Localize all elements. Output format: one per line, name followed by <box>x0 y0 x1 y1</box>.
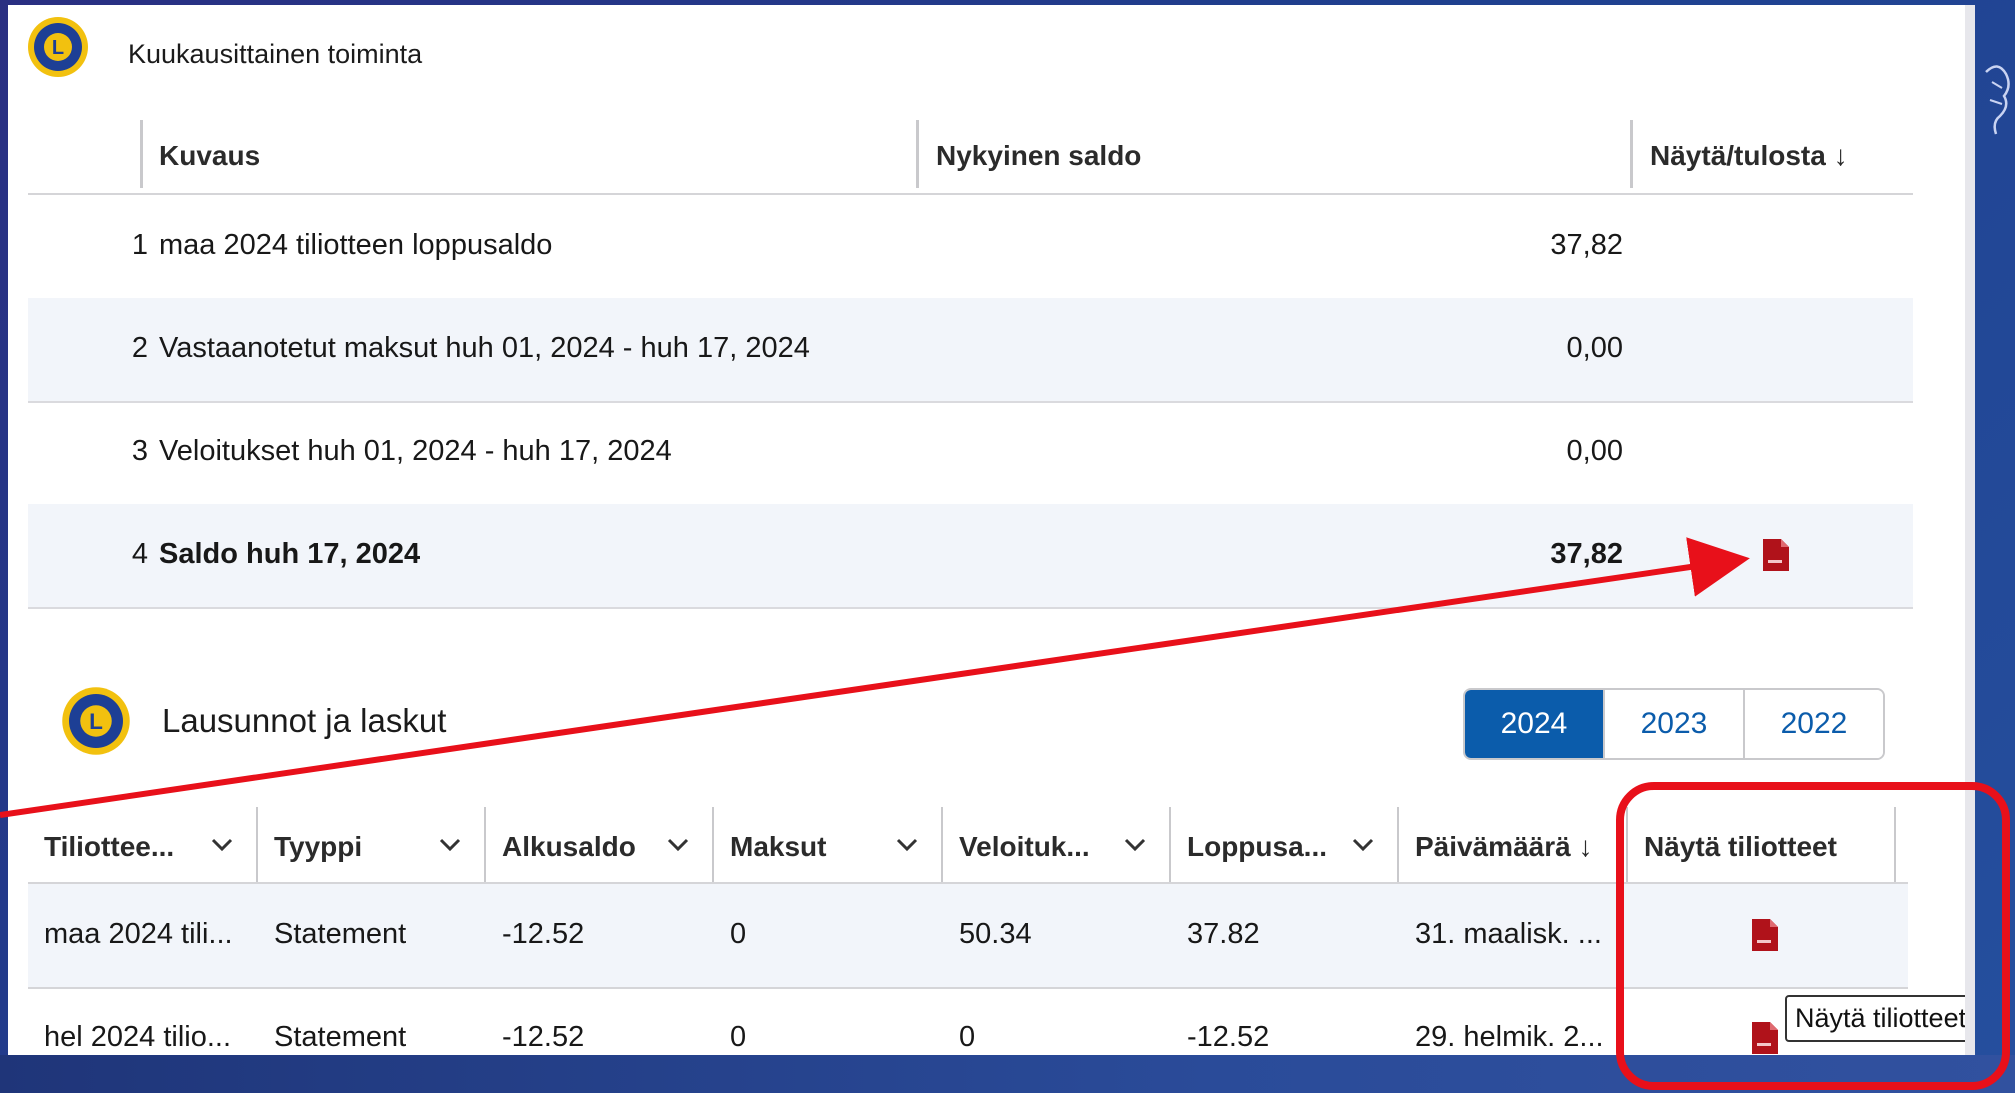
column-header-opening[interactable]: Alkusaldo <box>486 807 714 882</box>
row-balance: 37,82 <box>1550 538 1623 570</box>
cell-opening: -12.52 <box>502 918 585 950</box>
column-header-payments[interactable]: Maksut <box>714 807 943 882</box>
pdf-file-icon[interactable] <box>1750 918 1780 952</box>
row-description: Saldo huh 17, 2024 <box>159 538 421 570</box>
chevron-down-icon[interactable] <box>210 835 234 855</box>
column-header-label: Veloituk... <box>959 831 1090 862</box>
row-description: Veloitukset huh 01, 2024 - huh 17, 2024 <box>159 435 672 467</box>
column-header-label: Tyyppi <box>274 831 363 862</box>
column-divider <box>140 120 143 188</box>
row-number: 4 <box>131 538 148 570</box>
column-header-date[interactable]: Päivämäärä ↓ <box>1399 807 1628 882</box>
table-row: hel 2024 tilio... Statement -12.52 0 0 -… <box>28 987 1908 1055</box>
column-header-label: Maksut <box>730 831 827 862</box>
table-row: 3 Veloitukset huh 01, 2024 - huh 17, 202… <box>28 401 1913 506</box>
cell-closing: 37.82 <box>1187 918 1260 950</box>
row-balance: 0,00 <box>1566 332 1623 364</box>
cell-opening: -12.52 <box>502 1021 585 1053</box>
column-header-closing[interactable]: Loppusa... <box>1171 807 1399 882</box>
lions-logo-icon: L <box>62 687 130 755</box>
scrollbar[interactable] <box>1965 5 1975 1055</box>
lion-silhouette-icon <box>1985 65 2010 135</box>
cell-charges: 50.34 <box>959 918 1032 950</box>
cell-type: Statement <box>274 918 407 950</box>
column-header-label: Näytä tiliotteet <box>1644 831 1837 862</box>
column-header-statement[interactable]: Tiliottee... <box>28 807 258 882</box>
background-strip <box>0 1055 2015 1093</box>
column-header-type[interactable]: Tyyppi <box>258 807 486 882</box>
chevron-down-icon[interactable] <box>666 835 690 855</box>
row-number: 2 <box>131 332 148 364</box>
column-header-label: Alkusaldo <box>502 831 636 862</box>
column-header-label: Loppusa... <box>1187 831 1327 862</box>
cell-charges: 0 <box>959 1021 976 1053</box>
cell-statement[interactable]: hel 2024 tilio... <box>44 1021 231 1054</box>
year-button-2023[interactable]: 2023 <box>1605 690 1745 758</box>
pdf-file-icon[interactable] <box>1761 538 1791 572</box>
chevron-down-icon[interactable] <box>438 835 462 855</box>
cell-date: 31. maalisk. ... <box>1415 918 1602 950</box>
row-balance: 37,82 <box>1550 229 1623 261</box>
table-row: 1 maa 2024 tiliotteen loppusaldo 37,82 <box>28 195 1913 300</box>
cell-statement[interactable]: maa 2024 tili... <box>44 918 233 951</box>
section-title-monthly: Kuukausittainen toiminta <box>128 39 423 69</box>
cell-closing: -12.52 <box>1187 1021 1270 1053</box>
column-header-charges[interactable]: Veloituk... <box>943 807 1171 882</box>
table-row-total: 4 Saldo huh 17, 2024 37,82 <box>28 504 1913 609</box>
row-description: Vastaanotetut maksut huh 01, 2024 - huh … <box>159 332 810 364</box>
column-header-balance[interactable]: Nykyinen saldo <box>936 140 1141 172</box>
year-button-2024[interactable]: 2024 <box>1465 690 1605 758</box>
row-number: 3 <box>131 435 148 467</box>
svg-text:L: L <box>89 709 103 734</box>
monthly-table-header: Kuvaus Nykyinen saldo Näytä/tulosta ↓ <box>28 118 1913 195</box>
statements-table-header: Tiliottee... Tyyppi Alkusaldo Maksut Vel… <box>28 807 1908 884</box>
chevron-down-icon[interactable] <box>1123 835 1147 855</box>
year-button-2022[interactable]: 2022 <box>1745 690 1883 758</box>
chevron-down-icon[interactable] <box>1351 835 1375 855</box>
column-header-label: Tiliottee... <box>44 831 175 862</box>
row-balance: 0,00 <box>1566 435 1623 467</box>
table-row: 2 Vastaanotetut maksut huh 01, 2024 - hu… <box>28 298 1913 403</box>
row-description: maa 2024 tiliotteen loppusaldo <box>159 229 553 261</box>
column-header-view-statements[interactable]: Näytä tiliotteet <box>1628 807 1896 882</box>
cell-date: 29. helmik. 2... <box>1415 1021 1604 1053</box>
column-header-description[interactable]: Kuvaus <box>159 140 260 172</box>
pdf-file-icon[interactable] <box>1750 1021 1780 1055</box>
column-divider <box>916 120 919 188</box>
cell-payments: 0 <box>730 918 747 950</box>
svg-text:L: L <box>52 37 64 59</box>
cell-type: Statement <box>274 1021 407 1053</box>
column-header-view-print[interactable]: Näytä/tulosta ↓ <box>1650 140 1848 172</box>
section-title-statements: Lausunnot ja laskut <box>162 702 447 739</box>
tooltip-view-statements: Näytä tiliotteet <box>1785 995 1968 1042</box>
column-header-label: Päivämäärä ↓ <box>1415 831 1593 862</box>
cell-payments: 0 <box>730 1021 747 1053</box>
app-window: L Kuukausittainen toiminta Kuvaus Nykyin… <box>8 5 1968 1055</box>
chevron-down-icon[interactable] <box>895 835 919 855</box>
lions-logo-icon: L <box>28 17 88 77</box>
table-row: maa 2024 tili... Statement -12.52 0 50.3… <box>28 884 1908 989</box>
year-selector: 2024 2023 2022 <box>1463 688 1885 760</box>
column-divider <box>1630 120 1633 188</box>
row-number: 1 <box>131 229 148 261</box>
